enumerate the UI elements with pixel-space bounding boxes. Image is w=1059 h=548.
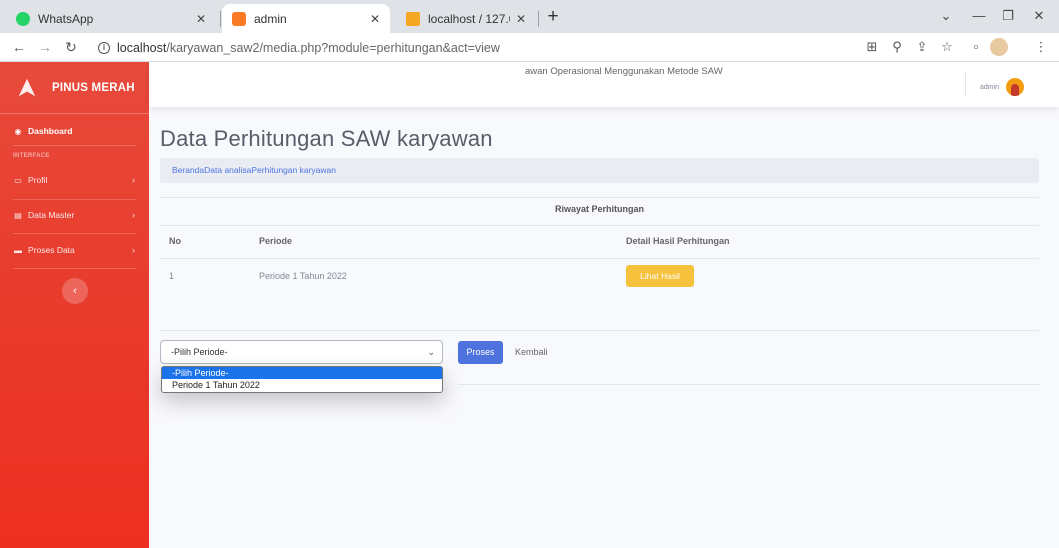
share-icon[interactable]: ⇪: [912, 37, 932, 57]
divider: [160, 225, 1039, 226]
column-header-no: No: [169, 236, 181, 246]
username[interactable]: admin: [980, 84, 999, 91]
id-card-icon: ▭: [14, 175, 22, 185]
topbar-title: awan Operasional Menggunakan Metode SAW: [525, 66, 723, 77]
tab-label: localhost / 127.0.0.1 / dtb_karyaw: [428, 11, 510, 26]
browser-tab-whatsapp[interactable]: WhatsApp ✕: [6, 4, 216, 33]
topbar: awan Operasional Menggunakan Metode SAW …: [149, 62, 1059, 107]
sidebar-item-data-master[interactable]: ▤ Data Master ›: [0, 205, 149, 225]
sidebar: PINUS MERAH ◉ Dashboard INTERFACE ▭ Prof…: [0, 62, 149, 548]
profile-avatar-icon[interactable]: [990, 38, 1008, 56]
breadcrumb[interactable]: BerandaData analisaPerhitungan karyawan: [160, 158, 1039, 183]
divider: [458, 384, 1039, 385]
sidebar-divider: [13, 233, 136, 234]
reload-icon[interactable]: ↻: [60, 36, 82, 58]
dashboard-icon: ◉: [14, 126, 22, 136]
sidebar-item-label: Profil: [28, 175, 48, 185]
browser-tab-admin[interactable]: admin ✕: [222, 4, 390, 33]
periode-select[interactable]: -Pilih Periode- ⌄: [160, 340, 443, 364]
url-field[interactable]: i localhost/karyawan_saw2/media.php?modu…: [98, 37, 852, 58]
cell-periode: Periode 1 Tahun 2022: [259, 271, 347, 281]
column-header-detail: Detail Hasil Perhitungan: [626, 236, 730, 246]
table-caption: Riwayat Perhitungan: [554, 204, 644, 214]
topbar-divider: [965, 72, 966, 97]
sidebar-item-dashboard[interactable]: ◉ Dashboard: [0, 121, 149, 141]
sidebar-item-proses-data[interactable]: ▬ Proses Data ›: [0, 240, 149, 260]
close-tab-icon[interactable]: ✕: [516, 12, 526, 26]
divider: [160, 197, 1039, 198]
sidebar-heading: INTERFACE: [13, 153, 50, 159]
site-info-icon[interactable]: i: [98, 41, 110, 54]
url-path: /karyawan_saw2/media.php?module=perhitun…: [166, 40, 500, 55]
sidebar-item-label: Proses Data: [28, 245, 75, 255]
periode-dropdown-list: -Pilih Periode- Periode 1 Tahun 2022: [161, 366, 443, 393]
folder-icon: ▬: [14, 245, 22, 255]
forward-arrow-icon[interactable]: →: [34, 36, 56, 58]
brand-name: PINUS MERAH: [52, 81, 135, 94]
bookmark-star-icon[interactable]: ☆: [937, 37, 957, 57]
kembali-link[interactable]: Kembali: [515, 347, 548, 357]
new-tab-button[interactable]: +: [541, 4, 565, 30]
sidebar-divider: [13, 199, 136, 200]
browser-menu-icon[interactable]: ⋮: [1031, 37, 1051, 57]
proses-button[interactable]: Proses: [458, 341, 503, 364]
sidebar-divider: [13, 268, 136, 269]
select-value: -Pilih Periode-: [171, 347, 228, 357]
dropdown-option[interactable]: -Pilih Periode-: [162, 367, 442, 379]
close-tab-icon[interactable]: ✕: [370, 12, 380, 26]
whatsapp-icon: [16, 11, 30, 26]
tab-search-icon[interactable]: ⌄: [934, 4, 958, 28]
sidebar-item-label: Dashboard: [28, 126, 73, 136]
phpmyadmin-icon: [406, 11, 420, 26]
xampp-icon: [232, 11, 246, 26]
translate-icon[interactable]: ⊞: [862, 37, 882, 57]
divider: [160, 330, 1039, 331]
url-host: localhost: [117, 40, 167, 55]
sidebar-item-profil[interactable]: ▭ Profil ›: [0, 170, 149, 190]
close-window-icon[interactable]: ✕: [1027, 4, 1051, 28]
zoom-icon[interactable]: ⚲: [887, 37, 907, 57]
sidebar-toggle-button[interactable]: ‹: [62, 278, 88, 304]
back-arrow-icon[interactable]: ←: [8, 36, 30, 58]
column-header-periode: Periode: [259, 236, 293, 246]
chevron-right-icon: ›: [132, 245, 135, 255]
chevron-right-icon: ›: [132, 210, 135, 220]
lihat-hasil-button[interactable]: Lihat Hasil: [626, 265, 694, 287]
page-title: Data Perhitungan SAW karyawan: [160, 126, 493, 151]
chevron-down-icon: ⌄: [427, 347, 435, 357]
table-row-divider: [160, 258, 1039, 259]
chevron-right-icon: ›: [132, 175, 135, 185]
side-panel-icon[interactable]: ▫: [966, 37, 986, 57]
sidebar-item-label: Data Master: [28, 210, 75, 220]
browser-tab-bar: WhatsApp ✕ admin ✕ localhost / 127.0.0.1…: [0, 0, 1059, 33]
database-icon: ▤: [14, 210, 22, 220]
sidebar-brand[interactable]: PINUS MERAH: [0, 62, 149, 114]
main-content: awan Operasional Menggunakan Metode SAW …: [149, 62, 1059, 548]
pine-logo-icon: [18, 78, 36, 96]
sidebar-divider: [13, 145, 136, 146]
tab-separator: [220, 11, 221, 27]
maximize-icon[interactable]: ❐: [996, 4, 1020, 28]
minimize-icon[interactable]: —: [967, 4, 991, 28]
dropdown-option[interactable]: Periode 1 Tahun 2022: [162, 379, 442, 391]
tab-separator: [538, 11, 539, 27]
browser-address-bar: ← → ↻ i localhost/karyawan_saw2/media.ph…: [0, 33, 1059, 62]
browser-tab-phpmyadmin[interactable]: localhost / 127.0.0.1 / dtb_karyaw ✕: [396, 4, 536, 33]
close-tab-icon[interactable]: ✕: [196, 12, 206, 26]
user-avatar[interactable]: [1006, 78, 1024, 96]
tab-label: WhatsApp: [38, 11, 94, 26]
cell-no: 1: [169, 271, 175, 281]
tab-label: admin: [254, 11, 287, 26]
